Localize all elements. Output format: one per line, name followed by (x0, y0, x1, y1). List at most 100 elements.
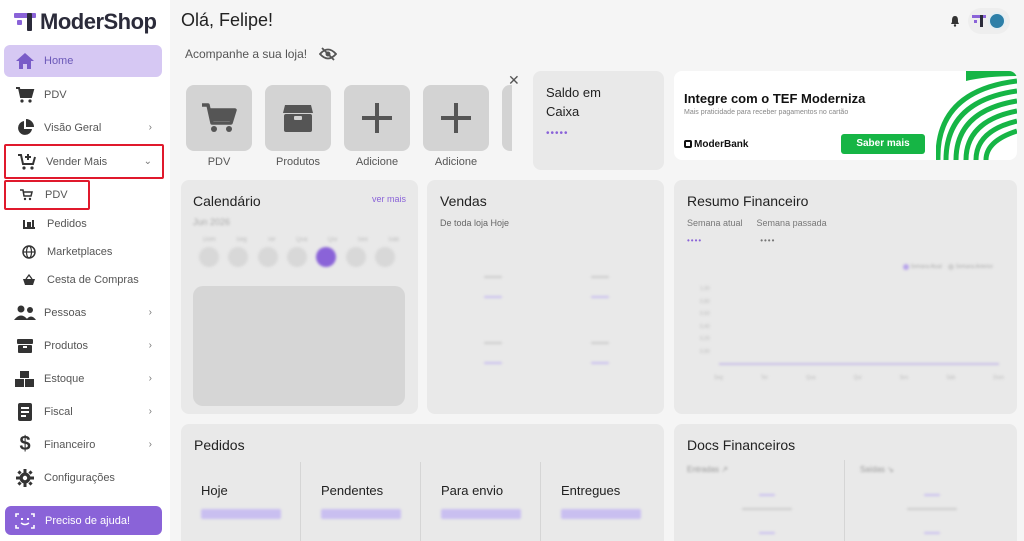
calendar-date[interactable] (345, 247, 366, 267)
shortcut-produtos[interactable]: Produtos (265, 85, 331, 168)
calendar-date[interactable] (374, 247, 395, 267)
sidebar-item-home[interactable]: Home (4, 45, 162, 77)
x-axis-ticks: Seg Ter Qua Qui Sex Sáb Dom (714, 375, 1004, 381)
docs-financeiros-card: Docs Financeiros Entradas ↗ Saídas ↘ (674, 424, 1017, 541)
placeholder-bar (561, 509, 641, 519)
placeholder-line (591, 362, 609, 364)
placeholder-line (591, 296, 609, 298)
placeholder-line (591, 342, 609, 344)
banner-graphic (936, 71, 1017, 160)
subtitle-text: Acompanhe a sua loja! (185, 47, 308, 61)
saldo-card: Saldo em Caixa ••••• (533, 71, 664, 170)
resumo-values: •••• •••• (687, 236, 1004, 245)
sidebar-item-pessoas[interactable]: Pessoas › (4, 296, 162, 329)
user-menu[interactable] (968, 8, 1010, 34)
logo-icon (972, 15, 986, 27)
calendar-date-selected[interactable] (316, 247, 337, 267)
placeholder-line (484, 296, 502, 298)
placeholder-line (484, 362, 502, 364)
placeholder-line (591, 276, 609, 278)
placeholder-line (742, 508, 792, 510)
plus-icon (423, 85, 489, 151)
basket-icon (20, 273, 38, 287)
sidebar-item-fiscal[interactable]: Fiscal › (4, 395, 162, 428)
weekday-label: Qua (295, 237, 308, 243)
sidebar-item-label: Home (44, 55, 74, 67)
sidebar-item-estoque[interactable]: Estoque › (4, 362, 162, 395)
resumo-tabs: Semana atual Semana passada (687, 218, 1004, 228)
shortcut-adicione-2[interactable]: Adicione (423, 85, 489, 168)
calendar-date[interactable] (228, 247, 249, 267)
chevron-right-icon: › (148, 307, 152, 318)
x-tick: Qui (853, 375, 862, 381)
pedidos-col-pendentes[interactable]: Pendentes (301, 462, 421, 541)
placeholder-bar (321, 509, 401, 519)
sidebar-item-pdv[interactable]: PDV (4, 78, 162, 111)
pedidos-col-entregues[interactable]: Entregues (541, 462, 661, 541)
shortcut-partial[interactable] (502, 85, 512, 151)
sidebar-item-visao-geral[interactable]: Visão Geral › (4, 111, 162, 144)
dollar-icon: $ (19, 433, 31, 455)
globe-icon (20, 245, 38, 259)
chevron-right-icon: › (148, 340, 152, 351)
sidebar-item-produtos[interactable]: Produtos › (4, 329, 162, 362)
pedidos-columns: Hoje Pendentes Para envio Entregues (181, 462, 664, 541)
x-tick: Sex (899, 375, 909, 381)
y-tick: 0,00 (700, 348, 710, 355)
sidebar-item-label: Visão Geral (44, 121, 102, 134)
calendar-card: Calendário ver mais Jun 2026 Dom Seg Ter… (181, 180, 418, 414)
sidebar-item-financeiro[interactable]: $ Financeiro › (4, 428, 162, 461)
vendas-subtitle: De toda loja Hoje (440, 218, 510, 228)
y-tick: 0,40 (700, 323, 710, 330)
sidebar-subitem-pedidos[interactable]: Pedidos (4, 210, 162, 238)
calendar-month: Jun 2026 (193, 217, 231, 227)
shortcut-pdv[interactable]: PDV (186, 85, 252, 168)
calendar-date[interactable] (199, 247, 219, 267)
eye-off-icon[interactable] (319, 47, 338, 61)
legend-item: Semana Atual (902, 264, 942, 270)
calendar-events-box (193, 286, 405, 406)
resumo-title: Resumo Financeiro (687, 193, 809, 209)
banner-brand: ModerBank (684, 139, 748, 150)
box-icon (265, 85, 331, 151)
shortcut-adicione-1[interactable]: Adicione (344, 85, 410, 168)
sidebar-subitem-pdv[interactable]: PDV (4, 180, 90, 210)
weekday-label: Sáb (388, 237, 399, 243)
sidebar-item-vender-mais[interactable]: Vender Mais ⌄ (4, 144, 164, 179)
pedidos-title: Pedidos (194, 437, 245, 453)
sidebar: ModerShop Home PDV Visão Geral › Vender … (0, 0, 170, 541)
home-icon (14, 51, 36, 71)
x-tick: Qua (806, 375, 816, 381)
sidebar-item-configuracoes[interactable]: Configurações (4, 461, 162, 494)
tab-semana-atual[interactable]: Semana atual (687, 218, 743, 228)
bell-icon[interactable] (950, 15, 960, 27)
chart-baseline (719, 363, 999, 365)
chevron-right-icon: › (148, 122, 152, 133)
close-icon[interactable]: ✕ (508, 72, 520, 89)
resumo-financeiro-card: Resumo Financeiro Semana atual Semana pa… (674, 180, 1017, 414)
calendar-date[interactable] (257, 247, 278, 267)
logo[interactable]: ModerShop (14, 9, 157, 35)
page-title: Olá, Felipe! (181, 10, 274, 30)
pedidos-col-hoje[interactable]: Hoje (181, 462, 301, 541)
calendar-weekdays: Dom Seg Ter Qua Qui Sex Sáb (203, 237, 399, 243)
chevron-right-icon: › (148, 406, 152, 417)
previous-week-value: •••• (760, 236, 776, 245)
calendar-date[interactable] (286, 247, 307, 267)
ver-mais-link[interactable]: ver mais (372, 194, 406, 204)
saber-mais-button[interactable]: Saber mais (841, 134, 925, 154)
help-button[interactable]: Preciso de ajuda! (5, 506, 162, 535)
placeholder-line (759, 494, 775, 496)
current-week-value: •••• (687, 236, 703, 245)
sidebar-subitem-label: Marketplaces (47, 246, 113, 258)
saidas-label: Saídas ↘ (860, 465, 894, 474)
promo-banner[interactable]: Integre com o TEF Moderniza Mais pratici… (674, 71, 1017, 160)
logo-icon (14, 13, 36, 31)
pedidos-col-para-envio[interactable]: Para envio (421, 462, 541, 541)
divider (844, 460, 845, 541)
sidebar-subitem-cesta[interactable]: Cesta de Compras (4, 266, 162, 294)
sidebar-subitem-marketplaces[interactable]: Marketplaces (4, 238, 162, 266)
bank-logo-icon (684, 140, 692, 148)
tab-semana-passada[interactable]: Semana passada (757, 218, 827, 228)
legend-label: Semana Anterior (955, 264, 993, 270)
